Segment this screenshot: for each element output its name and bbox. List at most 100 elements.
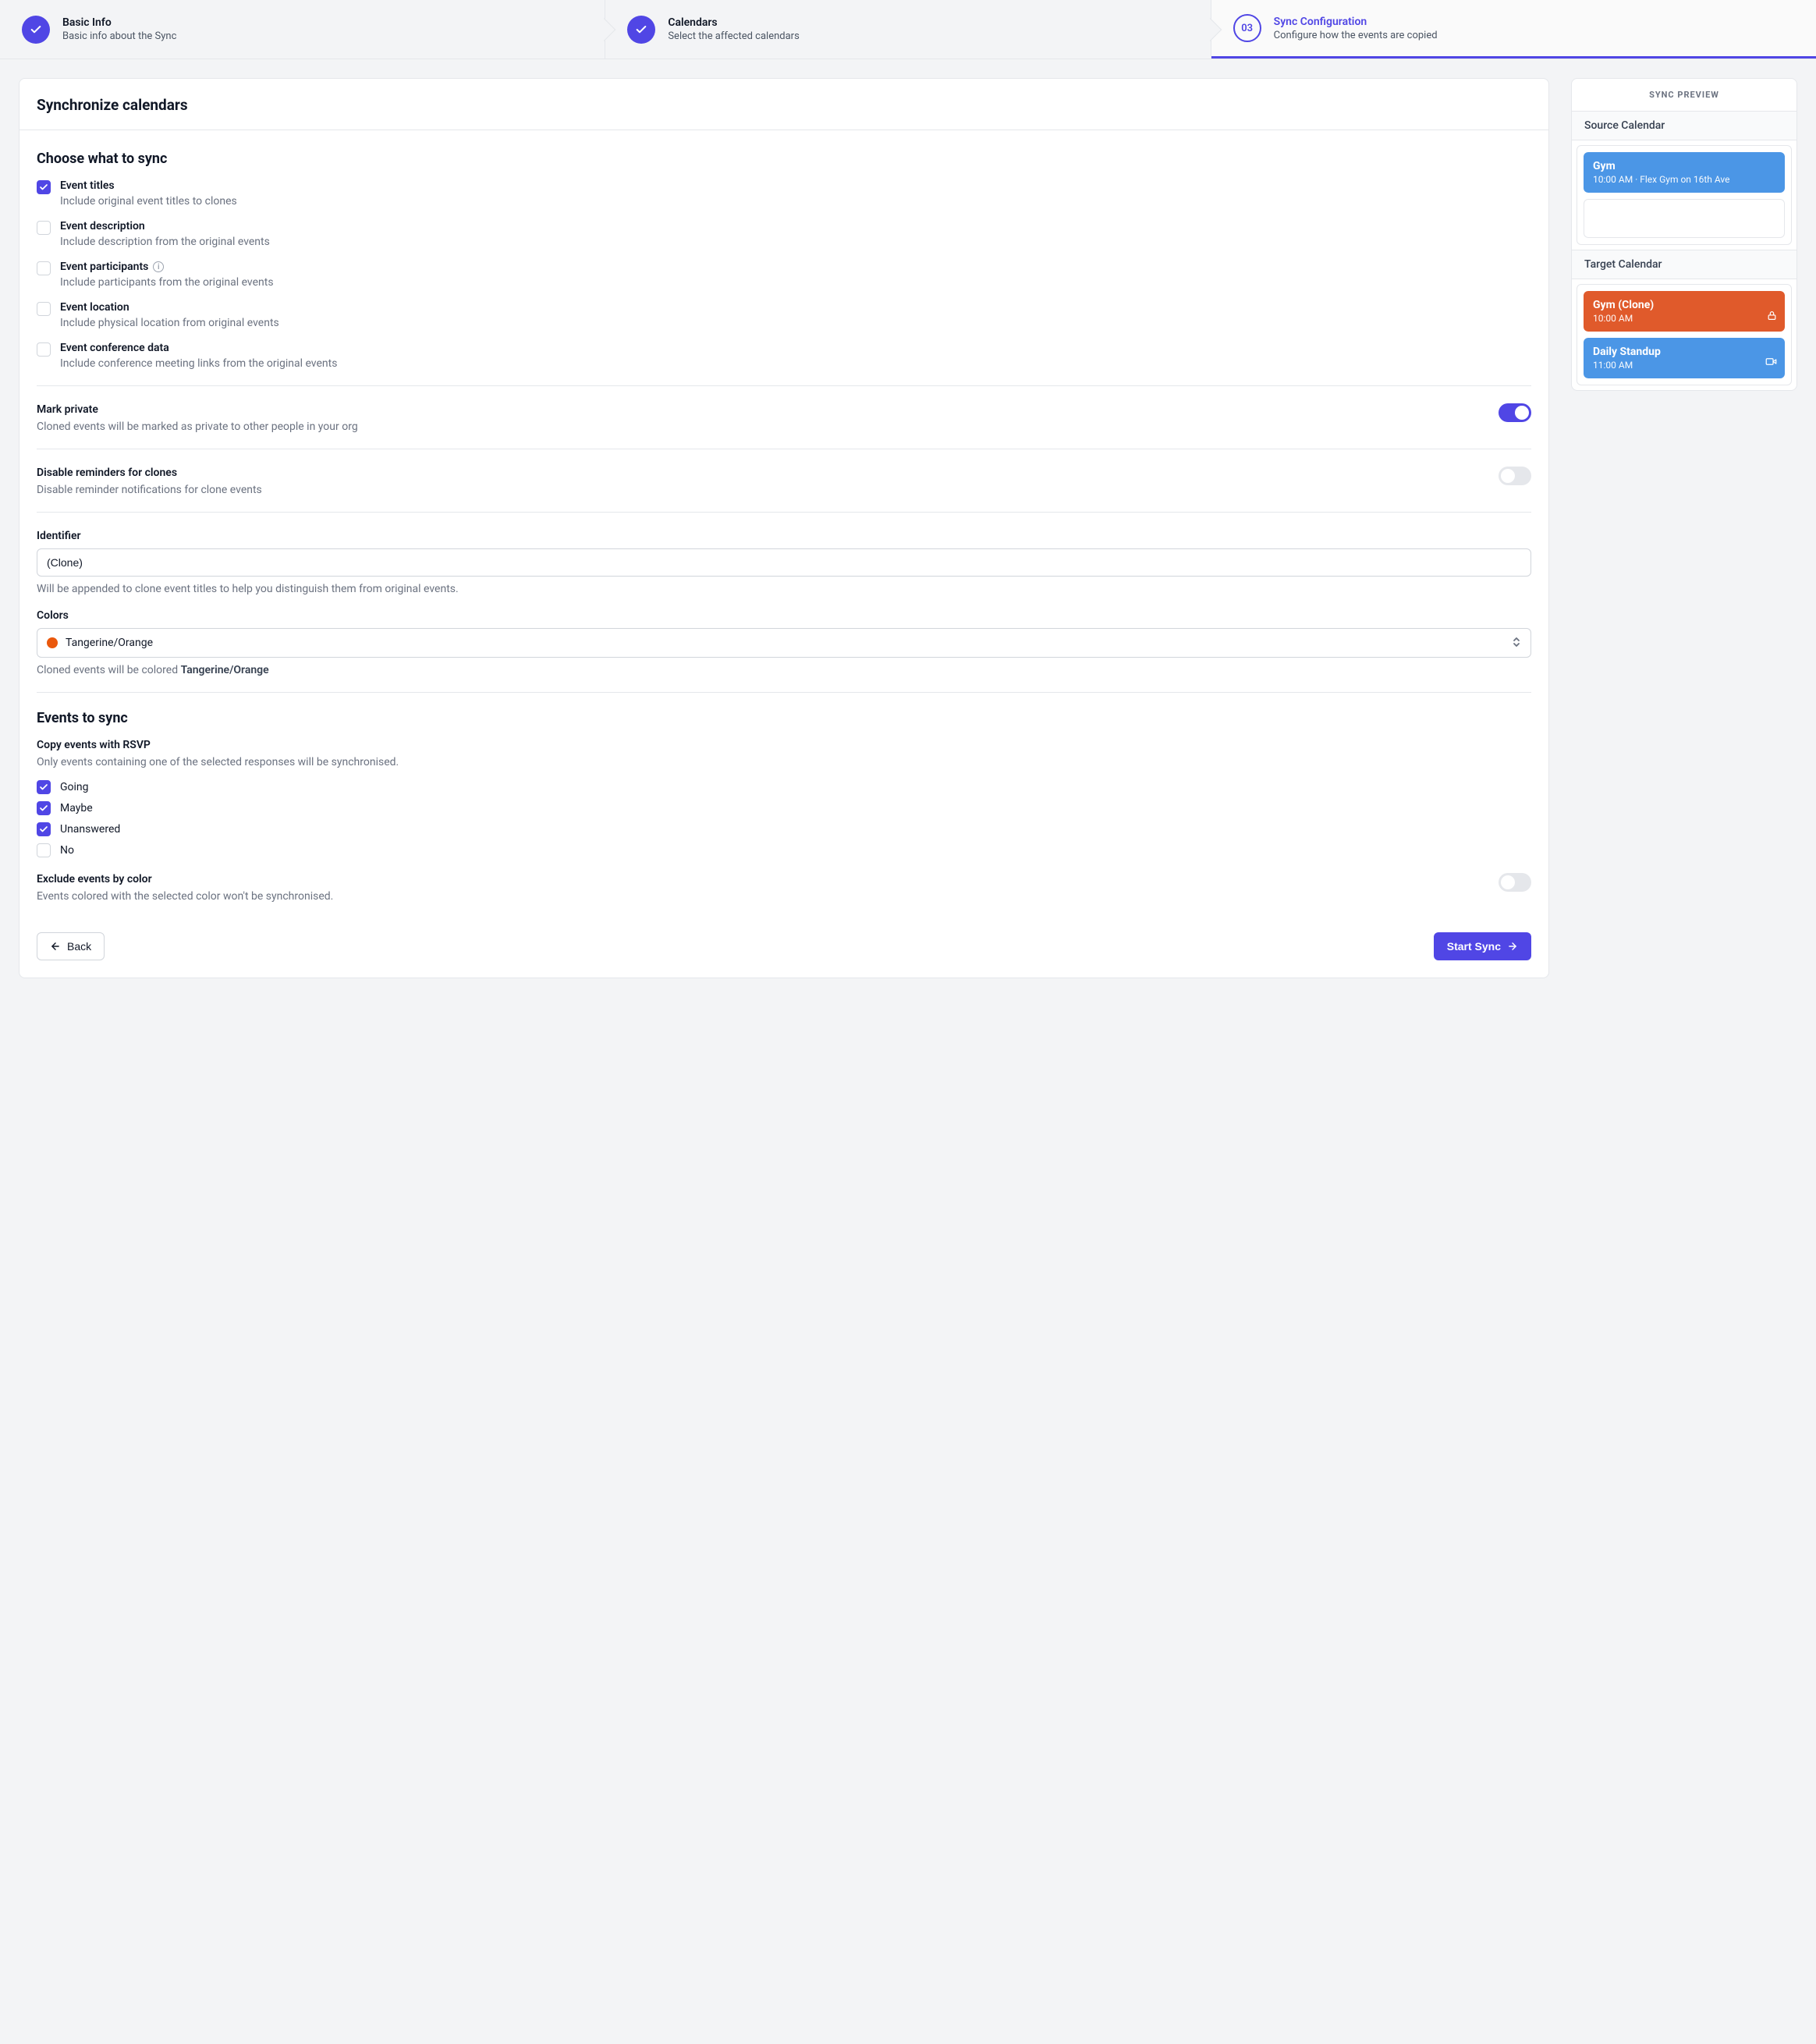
toggle-mark-private[interactable] (1499, 403, 1531, 422)
option-event-titles: Event titles Include original event titl… (37, 179, 1531, 208)
separator (37, 385, 1531, 386)
option-label-text: Event participants (60, 261, 148, 273)
source-calendar-body: Gym 10:00 AM · Flex Gym on 16th Ave (1572, 140, 1796, 250)
event-card: Daily Standup 11:00 AM (1584, 338, 1785, 378)
checkbox-event-location[interactable] (37, 302, 51, 316)
option-label: Event titles (60, 179, 237, 192)
option-event-participants: Event participants i Include participant… (37, 261, 1531, 289)
option-label: Event conference data (60, 342, 337, 354)
option-desc: Include description from the original ev… (60, 236, 270, 248)
step-calendars[interactable]: Calendars Select the affected calendars (605, 0, 1211, 59)
colors-hint: Cloned events will be colored Tangerine/… (37, 664, 1531, 676)
option-desc: Include conference meeting links from th… (60, 357, 337, 370)
event-title: Gym (Clone) (1593, 299, 1775, 311)
exclude-color-title: Exclude events by color (37, 873, 1483, 885)
event-subtitle: 10:00 AM (1593, 313, 1775, 324)
event-title: Daily Standup (1593, 346, 1775, 358)
target-calendar-body: Gym (Clone) 10:00 AM Daily Standup 11:00… (1572, 279, 1796, 390)
option-label: Event participants i (60, 261, 274, 273)
option-label: Event description (60, 220, 270, 232)
step-basic-info[interactable]: Basic Info Basic info about the Sync (0, 0, 605, 59)
rsvp-label: Maybe (60, 802, 93, 814)
checkbox-maybe[interactable] (37, 801, 51, 815)
separator (37, 692, 1531, 693)
rsvp-group: Copy events with RSVP Only events contai… (37, 739, 1531, 857)
checkbox-event-participants[interactable] (37, 261, 51, 275)
mark-private-title: Mark private (37, 403, 1483, 416)
chevron-up-down-icon (1512, 636, 1521, 650)
option-desc: Include physical location from original … (60, 317, 279, 329)
checkbox-unanswered[interactable] (37, 822, 51, 836)
event-title: Gym (1593, 160, 1775, 172)
colors-label: Colors (37, 609, 1531, 622)
step-subtitle: Basic info about the Sync (62, 30, 176, 42)
color-swatch-icon (47, 637, 58, 648)
back-button[interactable]: Back (37, 932, 105, 960)
preview-header: SYNC PREVIEW (1572, 79, 1796, 112)
checkbox-going[interactable] (37, 780, 51, 794)
colors-group: Colors Tangerine/Orange Cloned events wi… (37, 609, 1531, 676)
checkbox-event-conference[interactable] (37, 342, 51, 357)
step-subtitle: Configure how the events are copied (1274, 30, 1438, 41)
rsvp-option-unanswered: Unanswered (37, 822, 1531, 836)
step-subtitle: Select the affected calendars (668, 30, 799, 42)
checkbox-no[interactable] (37, 843, 51, 857)
event-card: Gym 10:00 AM · Flex Gym on 16th Ave (1584, 152, 1785, 193)
exclude-color-desc: Events colored with the selected color w… (37, 890, 1483, 903)
option-label: Event location (60, 301, 279, 314)
option-desc: Include participants from the original e… (60, 276, 274, 289)
info-icon[interactable]: i (153, 261, 164, 272)
identifier-group: Identifier Will be appended to clone eve… (37, 530, 1531, 595)
option-event-location: Event location Include physical location… (37, 301, 1531, 329)
rsvp-option-maybe: Maybe (37, 800, 1531, 815)
page-title: Synchronize calendars (37, 96, 1531, 114)
source-calendar-header: Source Calendar (1572, 112, 1796, 140)
event-subtitle: 10:00 AM · Flex Gym on 16th Ave (1593, 174, 1775, 185)
option-desc: Include original event titles to clones (60, 195, 237, 208)
colors-hint-value: Tangerine/Orange (181, 664, 269, 676)
disable-reminders-title: Disable reminders for clones (37, 467, 1483, 479)
option-event-description: Event description Include description fr… (37, 220, 1531, 248)
event-placeholder (1584, 199, 1785, 238)
step-title: Calendars (668, 16, 799, 29)
wizard-steps: Basic Info Basic info about the Sync Cal… (0, 0, 1816, 59)
disable-reminders-desc: Disable reminder notifications for clone… (37, 484, 1483, 496)
rsvp-option-going: Going (37, 779, 1531, 794)
lock-icon (1767, 311, 1777, 324)
back-label: Back (67, 940, 91, 953)
sidebar: SYNC PREVIEW Source Calendar Gym 10:00 A… (1571, 78, 1797, 391)
video-icon (1765, 356, 1777, 371)
rsvp-title: Copy events with RSVP (37, 739, 1531, 751)
main-card: Synchronize calendars Choose what to syn… (19, 78, 1549, 978)
toggle-disable-reminders[interactable] (1499, 467, 1531, 485)
arrow-left-icon (50, 941, 61, 952)
rsvp-label: Unanswered (60, 823, 120, 836)
identifier-hint: Will be appended to clone event titles t… (37, 583, 1531, 595)
footer-actions: Back Start Sync (20, 918, 1548, 978)
event-card: Gym (Clone) 10:00 AM (1584, 291, 1785, 332)
target-calendar-header: Target Calendar (1572, 250, 1796, 279)
preview-card: SYNC PREVIEW Source Calendar Gym 10:00 A… (1571, 78, 1797, 391)
arrow-right-icon (1507, 941, 1518, 952)
step-title: Basic Info (62, 16, 176, 29)
exclude-color-row: Exclude events by color Events colored w… (37, 873, 1531, 903)
mark-private-row: Mark private Cloned events will be marke… (37, 403, 1531, 433)
mark-private-desc: Cloned events will be marked as private … (37, 421, 1483, 433)
rsvp-label: Going (60, 781, 89, 793)
disable-reminders-row: Disable reminders for clones Disable rem… (37, 467, 1531, 496)
toggle-exclude-color[interactable] (1499, 873, 1531, 892)
checkbox-event-titles[interactable] (37, 180, 51, 194)
checkbox-event-description[interactable] (37, 221, 51, 235)
colors-select[interactable]: Tangerine/Orange (37, 628, 1531, 658)
rsvp-option-no: No (37, 843, 1531, 857)
identifier-input[interactable] (37, 548, 1531, 577)
step-sync-configuration[interactable]: 03 Sync Configuration Configure how the … (1211, 0, 1816, 59)
separator (37, 512, 1531, 513)
rsvp-desc: Only events containing one of the select… (37, 756, 1531, 768)
start-sync-button[interactable]: Start Sync (1434, 932, 1531, 960)
start-sync-label: Start Sync (1447, 940, 1501, 953)
identifier-label: Identifier (37, 530, 1531, 542)
check-icon (627, 16, 655, 44)
check-icon (22, 16, 50, 44)
rsvp-label: No (60, 844, 74, 857)
